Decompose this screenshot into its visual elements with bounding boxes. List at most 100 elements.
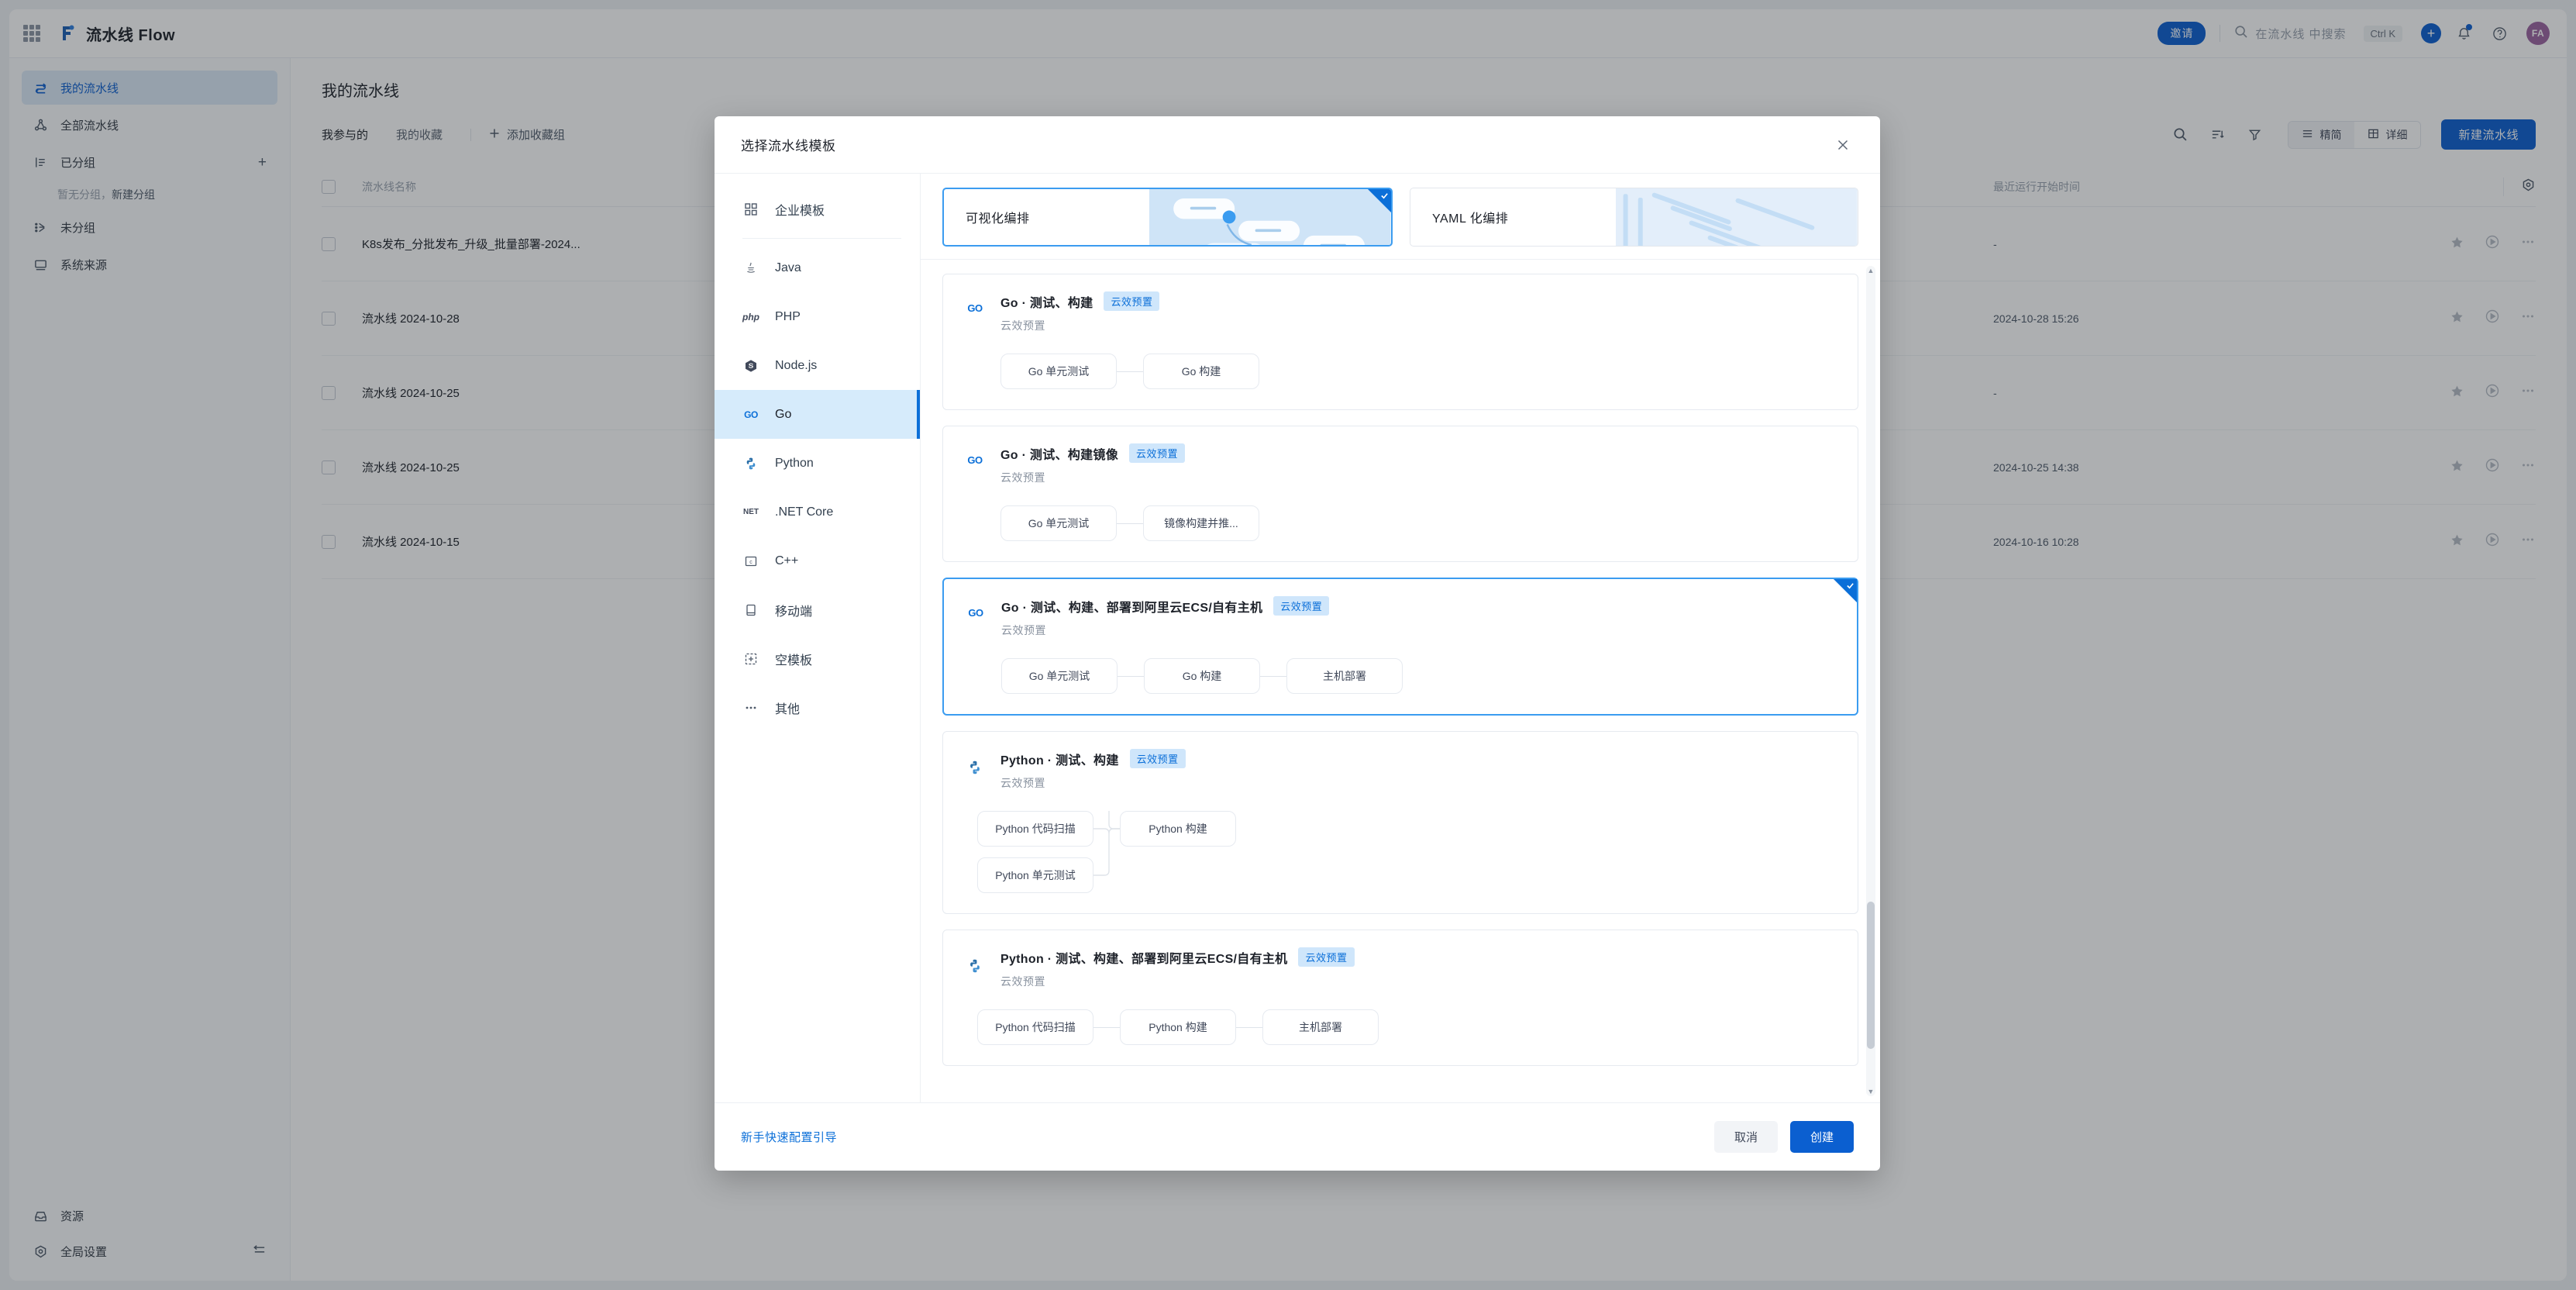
template-name: Python · 测试、构建、部署到阿里云ECS/自有主机 [1000, 952, 1288, 966]
create-button[interactable]: 创建 [1789, 1121, 1854, 1153]
stage-node: Go 单元测试 [1001, 658, 1118, 694]
svg-text:c: c [749, 560, 752, 565]
stage-node: Python 代码扫描 [977, 1009, 1093, 1045]
stage-node: Python 代码扫描 [977, 811, 1093, 847]
template-card-meta: Go · 测试、构建、部署到阿里云ECS/自有主机 云效预置 云效预置 [1001, 596, 1837, 638]
category-java[interactable]: Java [715, 243, 920, 292]
category-python[interactable]: Python [715, 439, 920, 488]
template-subtitle: 云效预置 [1000, 777, 1045, 789]
template-stages: Python 代码扫描 Python 单元测试 Python 构建 [963, 811, 1837, 893]
template-card[interactable]: Python · 测试、构建 云效预置 云效预置 Python 代码扫描 Pyt… [942, 731, 1858, 914]
mode-label: 可视化编排 [966, 212, 1030, 226]
dialog-body: 企业模板 Java php PHP Node.js GO Go Python N… [715, 174, 1880, 1102]
template-card[interactable]: GO Go · 测试、构建 云效预置 云效预置 Go 单元测试 Go 构建 [942, 274, 1858, 410]
close-icon[interactable] [1832, 134, 1854, 156]
python-icon [963, 749, 987, 791]
category-enterprise-templates[interactable]: 企业模板 [715, 185, 920, 233]
mode-label: YAML 化编排 [1432, 212, 1509, 226]
template-card[interactable]: Python · 测试、构建、部署到阿里云ECS/自有主机 云效预置 云效预置 … [942, 930, 1858, 1066]
category-label: 移动端 [775, 605, 813, 619]
cancel-button[interactable]: 取消 [1713, 1121, 1778, 1153]
python-icon [742, 457, 759, 471]
scroll-up-arrow-icon[interactable]: ▲ [1866, 266, 1875, 275]
blocks-icon [742, 202, 759, 216]
orchestration-mode-selector: 可视化编排 YAML 化编排 [921, 174, 1880, 259]
stage-node: 主机部署 [1262, 1009, 1379, 1045]
stage-node: Python 构建 [1120, 1009, 1236, 1045]
category-dotnet-core[interactable]: NET .NET Core [715, 488, 920, 536]
template-subtitle: 云效预置 [1000, 975, 1045, 988]
scrollbar-thumb[interactable] [1867, 902, 1875, 1049]
category-label: Node.js [775, 358, 818, 372]
stage-node: Go 单元测试 [1000, 505, 1117, 541]
category-label: C++ [775, 554, 799, 567]
template-name-row: Go · 测试、构建 云效预置 [1000, 291, 1837, 311]
branch-connector [1093, 811, 1120, 876]
template-card-header: GO Go · 测试、构建 云效预置 云效预置 [963, 291, 1837, 333]
template-name: Go · 测试、构建镜像 [1000, 448, 1119, 462]
go-icon: GO [967, 454, 983, 466]
php-icon: php [742, 311, 759, 322]
category-cpp[interactable]: c C++ [715, 536, 920, 585]
python-icon [963, 947, 987, 989]
category-php[interactable]: php PHP [715, 292, 920, 341]
stage-connector [1117, 523, 1143, 524]
category-go[interactable]: GO Go [715, 390, 920, 439]
stage-node: Go 构建 [1144, 658, 1260, 694]
stage-node: Python 构建 [1120, 811, 1236, 847]
stage-connector [1093, 1026, 1120, 1028]
category-label: PHP [775, 309, 801, 323]
template-name: Go · 测试、构建、部署到阿里云ECS/自有主机 [1001, 601, 1263, 615]
category-label: Java [775, 260, 801, 274]
scroll-down-arrow-icon[interactable]: ▼ [1866, 1087, 1875, 1096]
category-label: Python [775, 456, 814, 470]
status-badge: 云效预置 [1298, 947, 1355, 967]
category-nodejs[interactable]: Node.js [715, 341, 920, 390]
mode-visual-orchestration[interactable]: 可视化编排 [942, 188, 1393, 247]
go-icon: GO [744, 409, 758, 420]
template-card-selected[interactable]: GO Go · 测试、构建、部署到阿里云ECS/自有主机 云效预置 云效预置 G… [942, 578, 1858, 716]
template-subtitle: 云效预置 [1000, 471, 1045, 484]
dialog-title: 选择流水线模板 [741, 139, 836, 153]
category-divider [742, 238, 901, 239]
template-list: GO Go · 测试、构建 云效预置 云效预置 Go 单元测试 Go 构建 GO… [942, 260, 1858, 1066]
yaml-orchestration-illustration [1616, 188, 1858, 246]
template-name: Go · 测试、构建 [1000, 296, 1093, 310]
template-name-row: Go · 测试、构建、部署到阿里云ECS/自有主机 云效预置 [1001, 596, 1837, 616]
java-icon [742, 261, 759, 275]
stage-connector [1117, 371, 1143, 372]
quick-start-guide-link[interactable]: 新手快速配置引导 [741, 1129, 837, 1145]
template-name-row: Python · 测试、构建、部署到阿里云ECS/自有主机 云效预置 [1000, 947, 1837, 967]
template-card[interactable]: GO Go · 测试、构建镜像 云效预置 云效预置 Go 单元测试 镜像构建并推… [942, 426, 1858, 562]
ellipsis-icon [742, 701, 759, 715]
stage-connector [1236, 1026, 1262, 1028]
check-icon [1380, 191, 1389, 202]
branch-stage-column: Python 代码扫描 Python 单元测试 [977, 811, 1093, 893]
template-list-scrollbar[interactable]: ▲ ▼ [1866, 266, 1875, 1096]
go-icon: GO [967, 302, 983, 314]
category-label: 企业模板 [775, 204, 825, 218]
status-badge: 云效预置 [1273, 596, 1330, 616]
template-card-meta: Go · 测试、构建镜像 云效预置 云效预置 [1000, 443, 1837, 485]
template-name-row: Go · 测试、构建镜像 云效预置 [1000, 443, 1837, 463]
template-stages: Go 单元测试 Go 构建 主机部署 [964, 658, 1837, 694]
status-badge: 云效预置 [1129, 749, 1186, 768]
stage-node: Go 单元测试 [1000, 354, 1117, 389]
visual-orchestration-illustration [1149, 189, 1391, 245]
category-label: 其他 [775, 702, 801, 716]
dialog-header: 选择流水线模板 [715, 116, 1880, 174]
category-mobile[interactable]: 移动端 [715, 585, 920, 634]
mode-yaml-orchestration[interactable]: YAML 化编排 [1410, 188, 1858, 247]
go-icon: GO [968, 607, 983, 619]
template-name: Python · 测试、构建 [1000, 754, 1119, 767]
template-list-scroll[interactable]: GO Go · 测试、构建 云效预置 云效预置 Go 单元测试 Go 构建 GO… [921, 259, 1880, 1102]
nodejs-icon [742, 359, 759, 373]
template-card-meta: Python · 测试、构建 云效预置 云效预置 [1000, 749, 1837, 791]
category-others[interactable]: 其他 [715, 683, 920, 732]
template-stages: Go 单元测试 Go 构建 [963, 354, 1837, 389]
app-root: 流水线 Flow 邀请 在流水线 中搜索 Ctrl K + FA 我的流水线 全… [0, 0, 2576, 1290]
cpp-icon: c [742, 554, 759, 568]
category-empty-template[interactable]: 空模板 [715, 634, 920, 683]
category-label: .NET Core [775, 505, 834, 519]
template-card-header: GO Go · 测试、构建、部署到阿里云ECS/自有主机 云效预置 云效预置 [964, 596, 1837, 638]
